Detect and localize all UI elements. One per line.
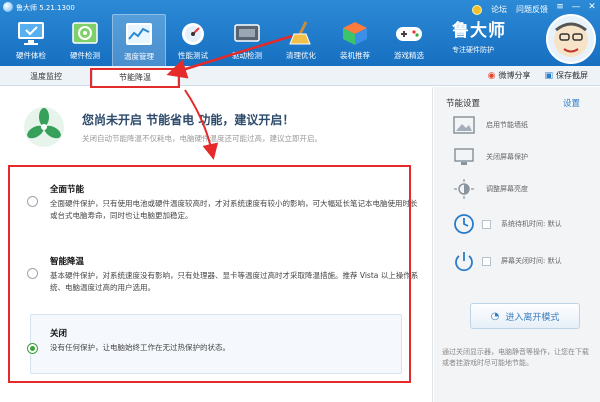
nav-build-recommend[interactable]: 装机推荐 <box>328 14 382 66</box>
side-item-wallpaper[interactable]: 启用节能墙纸 <box>452 113 528 137</box>
screen-off-checkbox[interactable] <box>482 256 491 266</box>
nav-game-picks[interactable]: 游戏精选 <box>382 14 436 66</box>
clock-icon <box>452 212 476 236</box>
side-item-standby-time[interactable]: 系统待机时间: 默认 <box>452 212 562 236</box>
app-title: 鲁大师 5.21.1300 <box>16 4 75 12</box>
driver-icon <box>231 19 263 47</box>
tab-energy-saving[interactable]: 节能降温 <box>92 68 178 86</box>
option-full-saving[interactable]: 全面节能 全面硬件保护，只有使用电池或硬件温度较高时，才对系统速度有较小的影响，… <box>50 183 420 222</box>
save-screenshot-button[interactable]: ▣ 保存截屏 <box>544 70 588 81</box>
forum-link[interactable]: 论坛 <box>491 4 507 15</box>
option-off[interactable]: 关闭 没有任何保护，让电脑始终工作在无过热保护的状态。 <box>50 327 420 354</box>
radio-smart-cooling[interactable] <box>27 268 38 279</box>
top-toolbar: 鲁大师 5.21.1300 论坛 问题反馈 ≡ — ✕ 硬件体检 硬件检测 温度… <box>0 0 600 66</box>
tab-temperature-monitor[interactable]: 温度监控 <box>10 68 82 86</box>
screen-icon <box>452 145 476 169</box>
coin-icon[interactable] <box>472 4 482 15</box>
nav-performance-test[interactable]: 性能测试 <box>166 14 220 66</box>
chip-icon <box>69 19 101 47</box>
close-icon[interactable]: ✕ <box>587 2 597 12</box>
avatar[interactable] <box>546 14 596 64</box>
nav-temperature-management[interactable]: 温度管理 <box>112 14 166 66</box>
side-title: 节能设置 <box>446 99 481 109</box>
energy-saving-panel: 您尚未开启 节能省电 功能，建议开启！ 关闭自动节能降温不仅耗电，电脑硬件温度还… <box>0 87 433 402</box>
cube-icon <box>339 19 371 47</box>
top-links: 论坛 问题反馈 <box>472 4 548 15</box>
banner-subtitle: 关闭自动节能降温不仅耗电，电脑硬件温度还可能过高，建议立即开启。 <box>82 134 322 143</box>
settings-link[interactable]: 设置 <box>563 97 580 109</box>
monitor-icon <box>15 19 47 47</box>
radio-full-saving[interactable] <box>27 196 38 207</box>
nav-hardware-detect[interactable]: 硬件检测 <box>58 14 112 66</box>
banner-title: 您尚未开启 节能省电 功能，建议开启！ <box>82 113 295 127</box>
nav-cleanup-optimize[interactable]: 清理优化 <box>274 14 328 66</box>
gamepad-icon <box>393 19 425 47</box>
nav-hardware-checkup[interactable]: 硬件体检 <box>4 14 58 66</box>
energy-settings-panel: 节能设置 设置 启用节能墙纸 关闭屏幕保护 调整屏幕亮度 系统待机时间: 默认 … <box>434 87 600 402</box>
fan-icon <box>22 105 66 149</box>
camera-icon: ▣ <box>544 70 553 81</box>
app-logo-icon <box>3 2 13 12</box>
window-controls: ≡ — ✕ <box>555 2 597 12</box>
weibo-icon: ◉ <box>487 70 496 81</box>
side-note: 通过关闭显示器，电脑静音等操作，让您在下载或者挂游戏时尽可能地节能。 <box>442 348 589 367</box>
menu-icon[interactable]: ≡ <box>555 2 565 12</box>
option-smart-cooling[interactable]: 智能降温 基本硬件保护，对系统速度没有影响，只有处理器、显卡等温度过高时才采取降… <box>50 255 420 294</box>
weibo-share-button[interactable]: ◉ 微博分享 <box>488 70 531 81</box>
broom-icon <box>285 19 317 47</box>
power-icon <box>452 249 476 273</box>
wallpaper-icon <box>452 113 476 137</box>
temperature-chart-icon <box>123 20 155 48</box>
radio-off[interactable] <box>27 343 38 354</box>
sub-tab-bar: 温度监控 节能降温 ◉ 微博分享 ▣ 保存截屏 <box>0 66 600 86</box>
subbar-actions: ◉ 微博分享 ▣ 保存截屏 <box>488 70 588 81</box>
standby-checkbox[interactable] <box>482 219 491 229</box>
speedometer-icon <box>177 19 209 47</box>
side-item-screensaver[interactable]: 关闭屏幕保护 <box>452 145 528 169</box>
brand-slogan: 专注硬件防护 <box>452 46 494 54</box>
away-mode-icon: ◔ <box>490 310 500 322</box>
side-item-screen-off-time[interactable]: 屏幕关闭时间: 默认 <box>452 249 562 273</box>
brand: 鲁大师 专注硬件防护 <box>452 16 506 55</box>
main-nav: 硬件体检 硬件检测 温度管理 性能测试 驱动检测 清理优化 装机推荐 游戏精选 <box>4 14 436 66</box>
minimize-icon[interactable]: — <box>571 2 581 12</box>
side-item-brightness[interactable]: 调整屏幕亮度 <box>452 177 528 201</box>
feedback-link[interactable]: 问题反馈 <box>516 4 548 15</box>
brightness-icon <box>452 177 476 201</box>
enter-away-mode-button[interactable]: ◔ 进入离开模式 <box>470 303 580 329</box>
brand-name: 鲁大师 <box>452 21 506 41</box>
nav-driver-detect[interactable]: 驱动检测 <box>220 14 274 66</box>
